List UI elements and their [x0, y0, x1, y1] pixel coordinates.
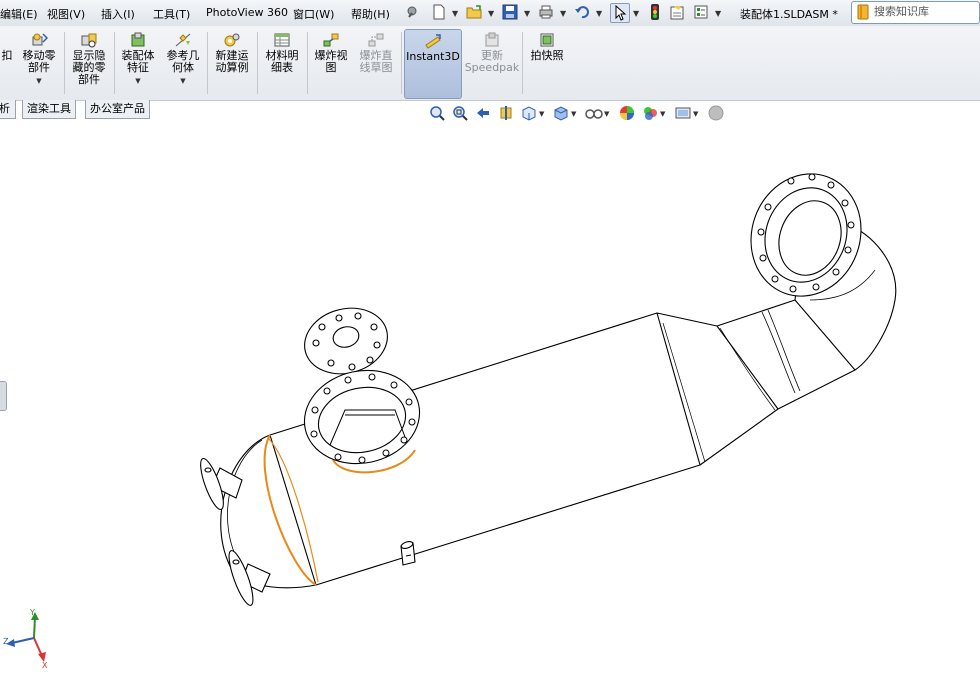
instrument-stub	[400, 541, 416, 566]
ribbon-separator	[114, 32, 115, 94]
ribbon-button-exploded-view[interactable]: 爆炸视 图	[310, 29, 352, 97]
menu-tools[interactable]: 工具(T)	[153, 6, 190, 22]
save-icon[interactable]	[501, 3, 519, 21]
ribbon-button-snapshot[interactable]: 拍快照	[525, 29, 569, 97]
document-title: 装配体1.SLDASM *	[740, 8, 838, 21]
motion-study-icon	[223, 32, 241, 48]
select-dropdown-arrow[interactable]: ▼	[633, 9, 639, 18]
ribbon-separator	[401, 32, 402, 94]
print-icon[interactable]	[537, 3, 555, 21]
ribbon-button-show-hide[interactable]: 显示隐 藏的零 部件	[67, 29, 111, 97]
ribbon-button-assembly-features[interactable]: 装配体 特征 ▼	[117, 29, 159, 97]
command-manager-ribbon: 扣 移动零 部件 ▼ 显示隐 藏的零 部件 装配体 特征 ▼ 参考几 何体 ▼ …	[0, 26, 980, 101]
ribbon-button-label: 拍快照	[530, 49, 564, 62]
ribbon-button-label: 材料明 细表	[265, 49, 299, 74]
menu-insert[interactable]: 插入(I)	[101, 6, 135, 22]
ribbon-button-bom[interactable]: 材料明 细表	[260, 29, 304, 97]
menu-photoview[interactable]: PhotoView 360	[206, 6, 288, 19]
display-style-dropdown[interactable]: ▼	[571, 110, 576, 118]
triad-z-label: Z	[3, 637, 9, 646]
reference-triad: Y Z X	[3, 608, 48, 668]
options-icon[interactable]	[692, 3, 710, 21]
ribbon-button-label: 参考几 何体	[166, 49, 200, 74]
ribbon-button-label: 新建运 动算例	[215, 49, 249, 74]
ribbon-button-label: 移动零 部件	[22, 49, 56, 74]
pin-icon[interactable]	[403, 3, 421, 21]
hide-show-dropdown[interactable]: ▼	[604, 110, 609, 118]
ribbon-button-move-component[interactable]: 移动零 部件 ▼	[18, 29, 60, 97]
view-settings-dropdown[interactable]: ▼	[693, 110, 698, 118]
open-folder-icon[interactable]	[465, 3, 483, 21]
ribbon-separator	[207, 32, 208, 94]
ribbon-separator	[64, 32, 65, 94]
ribbon-button-new-motion-study[interactable]: 新建运 动算例	[210, 29, 254, 97]
ribbon-button-label: 更新 Speedpak	[464, 49, 520, 74]
tab-render-tools[interactable]: 渲染工具	[22, 100, 76, 119]
triad-y-label: Y	[29, 608, 35, 617]
select-cursor-icon[interactable]	[610, 3, 630, 23]
ribbon-button-explode-line-sketch[interactable]: 爆炸直 线草图	[354, 29, 398, 97]
bom-icon	[273, 32, 291, 48]
ribbon-button-label: 爆炸视 图	[314, 49, 348, 74]
knowledge-base-icon	[856, 4, 870, 23]
inlet-nozzles	[200, 457, 271, 606]
menu-view[interactable]: 视图(V)	[47, 6, 85, 22]
ribbon-button-instant3d[interactable]: Instant3D	[404, 29, 462, 99]
menu-edit[interactable]: 编辑(E)	[0, 6, 38, 22]
ribbon-separator	[257, 32, 258, 94]
dropdown-arrow[interactable]: ▼	[162, 75, 204, 87]
snapshot-icon	[538, 32, 556, 48]
undo-dropdown-arrow[interactable]: ▼	[596, 9, 602, 18]
ribbon-separator	[307, 32, 308, 94]
save-dropdown-arrow[interactable]: ▼	[524, 9, 530, 18]
view-orientation-dropdown[interactable]: ▼	[539, 110, 544, 118]
file-properties-icon[interactable]	[668, 3, 686, 21]
graphics-area[interactable]	[0, 120, 980, 688]
ribbon-separator	[522, 32, 523, 94]
options-dropdown-arrow[interactable]: ▼	[715, 9, 721, 18]
ribbon-button-partial[interactable]: 扣	[0, 29, 14, 97]
ribbon-button-label: Instant3D	[406, 50, 460, 63]
explode-line-icon	[367, 32, 385, 48]
outlet-flange	[750, 173, 862, 297]
exploded-view-icon	[322, 32, 340, 48]
move-component-icon	[30, 32, 48, 48]
ribbon-button-reference-geometry[interactable]: 参考几 何体 ▼	[162, 29, 204, 97]
highlighted-seam	[263, 434, 317, 586]
new-document-icon[interactable]	[430, 3, 448, 21]
blind-flange	[304, 307, 388, 375]
traffic-light-icon[interactable]	[646, 3, 664, 21]
new-dropdown-arrow[interactable]: ▼	[452, 9, 458, 18]
print-dropdown-arrow[interactable]: ▼	[560, 9, 566, 18]
undo-icon[interactable]	[573, 3, 591, 21]
triad-x-label: X	[42, 661, 48, 668]
ribbon-button-label: 爆炸直 线草图	[359, 49, 393, 74]
partial-icon	[0, 32, 18, 48]
open-dropdown-arrow[interactable]: ▼	[488, 9, 494, 18]
dropdown-arrow[interactable]: ▼	[18, 75, 60, 87]
ribbon-button-label: 装配体 特征	[121, 49, 155, 74]
tab-analysis[interactable]: 析	[0, 100, 16, 119]
apply-scene-dropdown[interactable]: ▼	[660, 110, 665, 118]
ribbon-button-label: 显示隐 藏的零 部件	[72, 49, 106, 86]
search-box[interactable]	[851, 1, 980, 24]
speedpak-icon	[483, 32, 501, 48]
show-hide-icon	[80, 32, 98, 48]
ribbon-button-label: 扣	[1, 49, 13, 62]
tab-office-products[interactable]: 办公室产品	[85, 100, 150, 119]
instant3d-icon	[424, 33, 442, 49]
menu-help[interactable]: 帮助(H)	[351, 6, 390, 22]
menu-bar: 编辑(E) 视图(V) 插入(I) 工具(T) PhotoView 360 窗口…	[0, 0, 980, 27]
reference-geometry-icon	[174, 32, 192, 48]
assembly-feature-icon	[129, 32, 147, 48]
menu-window[interactable]: 窗口(W)	[293, 6, 334, 22]
search-input[interactable]	[874, 3, 974, 20]
ribbon-button-update-speedpak[interactable]: 更新 Speedpak	[464, 29, 520, 97]
dropdown-arrow[interactable]: ▼	[117, 75, 159, 87]
